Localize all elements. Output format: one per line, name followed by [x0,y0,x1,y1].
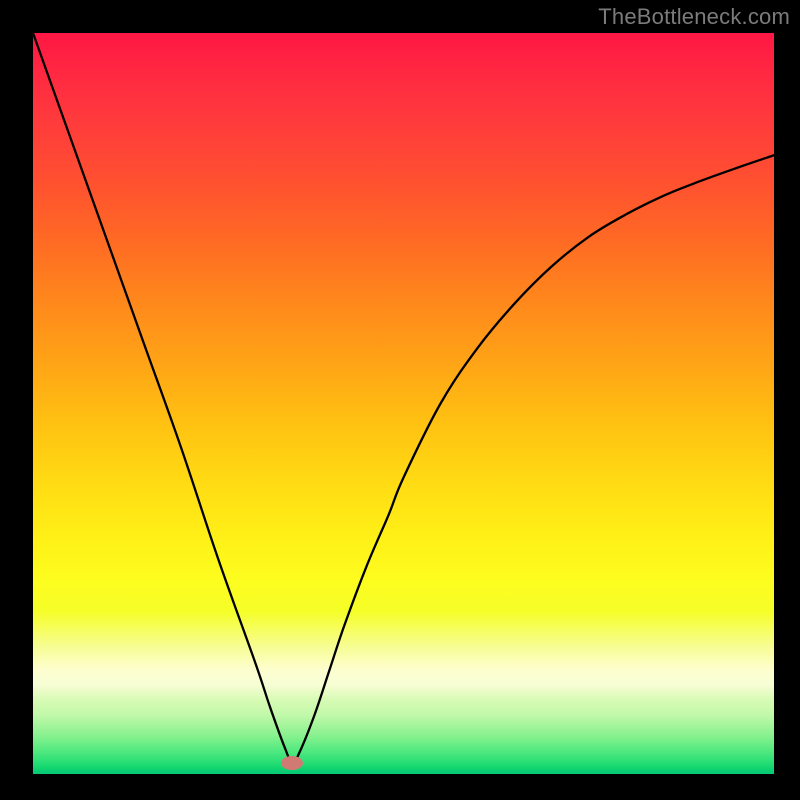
plot-area [33,33,774,774]
curve-path [33,33,774,763]
chart-frame: TheBottleneck.com [0,0,800,800]
bottleneck-curve [33,33,774,774]
minimum-marker [281,756,303,770]
watermark-text: TheBottleneck.com [598,4,790,30]
